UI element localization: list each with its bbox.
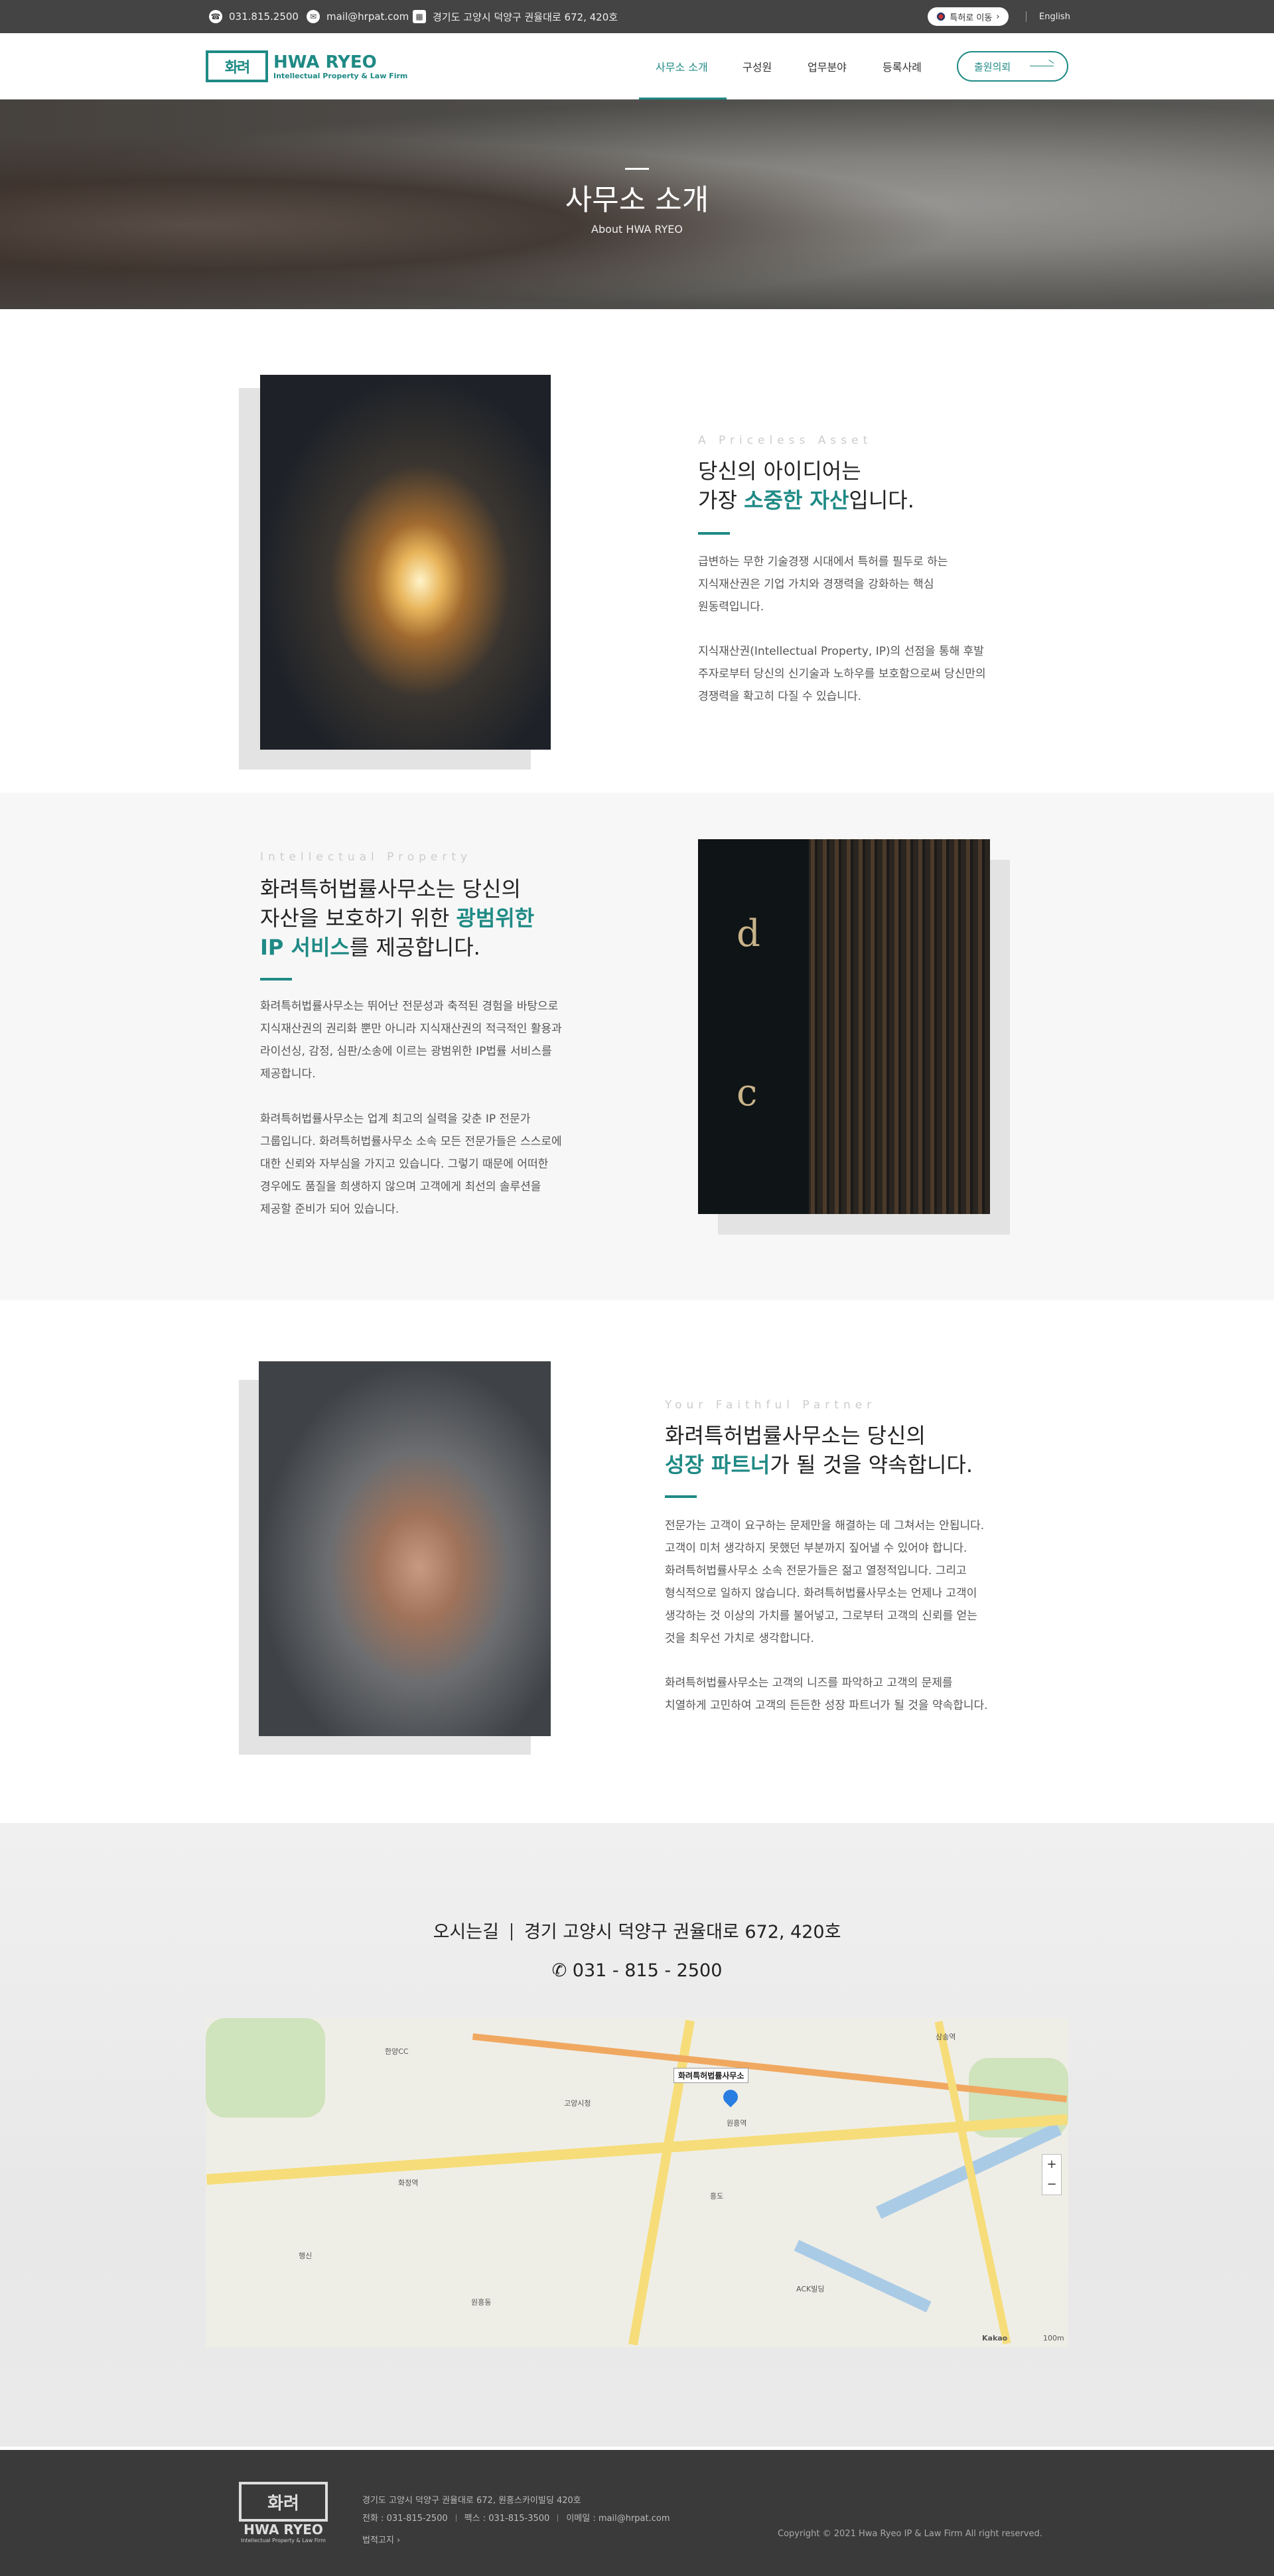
footer-logo-mark: 화려 bbox=[239, 2482, 328, 2522]
section2-eyebrow: Intellectual Property bbox=[260, 850, 472, 864]
consult-button-label: 출원의뢰 bbox=[974, 60, 1011, 73]
section1-paragraph-1: 급변하는 무한 기술경쟁 시대에서 특허를 필두로 하는 지식재산권은 기업 가… bbox=[698, 555, 948, 614]
handshake-photo bbox=[259, 1361, 551, 1736]
footer-logo[interactable]: 화려 HWA RYEO Intellectual Property & Law … bbox=[239, 2482, 328, 2543]
section1-eyebrow: A Priceless Asset bbox=[698, 434, 873, 447]
bookshelf-photo: d c bbox=[698, 839, 990, 1214]
lightbulb-photo bbox=[260, 375, 551, 750]
section2-heading-line2: 자산을 보호하기 위한 광범위한 bbox=[260, 906, 535, 931]
section2-heading-line1: 화려특허법률사무소는 당신의 bbox=[260, 876, 521, 902]
nav-about[interactable]: 사무소 소개 bbox=[656, 33, 708, 100]
section1-heading-line2: 가장 소중한 자산입니다. bbox=[698, 488, 914, 513]
location-address: 경기 고양시 덕양구 권율대로 672, 420호 bbox=[524, 1922, 841, 1942]
map-pin-label: 화려특허법률사무소 bbox=[673, 2068, 749, 2083]
topbar-email-text: mail@hrpat.com bbox=[326, 11, 409, 23]
map-zoom-control[interactable]: + − bbox=[1042, 2154, 1062, 2195]
hero-dash bbox=[625, 168, 649, 170]
location-phone-text: 031 - 815 - 2500 bbox=[572, 1960, 723, 1981]
nav-members[interactable]: 구성원 bbox=[743, 33, 772, 100]
section2-heading: 화려특허법률사무소는 당신의 자산을 보호하기 위한 광범위한 IP 서비스를 … bbox=[260, 874, 534, 962]
topbar-address: ▦ 경기도 고양시 덕양구 권율대로 672, 420호 bbox=[413, 0, 618, 33]
zoom-out-icon[interactable]: − bbox=[1042, 2175, 1061, 2195]
section2-background bbox=[0, 793, 1274, 1300]
footer-logo-title: HWA RYEO bbox=[244, 2522, 323, 2538]
section3-eyebrow: Your Faithful Partner bbox=[665, 1398, 877, 1412]
language-link[interactable]: English bbox=[1039, 0, 1070, 33]
nav-cases[interactable]: 등록사례 bbox=[883, 33, 922, 100]
page-title: 사무소 소개 bbox=[565, 183, 709, 217]
location-phone[interactable]: ✆ 031 - 815 - 2500 bbox=[0, 1960, 1274, 1981]
section1-heading: 당신의 아이디어는 가장 소중한 자산입니다. bbox=[698, 456, 914, 515]
topbar-phone-text: 031.815.2500 bbox=[229, 11, 299, 23]
section1-paragraph-2: 지식재산권(Intellectual Property, IP)의 선점을 통해… bbox=[698, 645, 986, 703]
chevron-right-icon: › bbox=[996, 11, 1000, 22]
book-letter-d: d bbox=[737, 912, 760, 955]
zoom-in-icon[interactable]: + bbox=[1042, 2155, 1061, 2175]
logo-subtitle: Intellectual Property & Law Firm bbox=[273, 71, 408, 80]
footer-privacy-link[interactable]: 법적고지 › bbox=[362, 2533, 400, 2545]
section2-paragraph-1: 화려특허법률사무소는 뛰어난 전문성과 축적된 경험을 바탕으로 지식재산권의 … bbox=[260, 1000, 562, 1081]
footer-contacts: 전화 : 031-815-2500 팩스 : 031-815-3500 이메일 : … bbox=[362, 2514, 670, 2524]
nav-practice[interactable]: 업무분야 bbox=[808, 33, 847, 100]
chevron-right-icon: › bbox=[396, 2536, 401, 2545]
building-icon: ▦ bbox=[413, 10, 426, 23]
section3-paragraph-2: 화려특허법률사무소는 고객의 니즈를 파악하고 고객의 문제를 치열하게 고민하… bbox=[665, 1676, 988, 1712]
book-letter-c: c bbox=[737, 1071, 758, 1115]
topbar-email[interactable]: ✉ mail@hrpat.com bbox=[307, 0, 409, 33]
section2-accent-bar bbox=[260, 978, 292, 981]
section2-heading-line3: IP 서비스를 제공합니다. bbox=[260, 935, 480, 960]
patent-link-label: 특허로 이동 bbox=[950, 13, 993, 23]
location-map[interactable]: 한양CC 원흥역 삼송역 화정역 고양시청 흥도 행신 ACK빌딩 원흥동 화려… bbox=[206, 2018, 1068, 2347]
section3-paragraph-1: 전문가는 고객이 요구하는 문제만을 해결하는 데 그쳐서는 안됩니다. 고객이… bbox=[665, 1519, 985, 1645]
flag-icon bbox=[936, 12, 946, 21]
site-header: 화려 HWA RYEO Intellectual Property & Law … bbox=[0, 33, 1274, 100]
location-label: 오시는길 bbox=[433, 1922, 499, 1942]
topbar-address-text: 경기도 고양시 덕양구 권율대로 672, 420호 bbox=[433, 11, 618, 23]
topbar-phone[interactable]: ☎ 031.815.2500 bbox=[209, 0, 299, 33]
section1-heading-line1: 당신의 아이디어는 bbox=[698, 458, 861, 484]
section2-paragraph-2: 화려특허법률사무소는 업계 최고의 실력을 갖춘 IP 전문가 그룹입니다. 화… bbox=[260, 1113, 562, 1216]
map-pin-icon[interactable] bbox=[720, 2086, 741, 2108]
top-bar: ☎ 031.815.2500 ✉ mail@hrpat.com ▦ 경기도 고양… bbox=[0, 0, 1274, 33]
map-brand: Kakao bbox=[982, 2334, 1008, 2342]
logo[interactable]: 화려 HWA RYEO Intellectual Property & Law … bbox=[206, 50, 407, 82]
patent-link-button[interactable]: 특허로 이동 › bbox=[928, 7, 1009, 26]
copyright: Copyright © 2021 Hwa Ryeo IP & Law Firm … bbox=[778, 2529, 1042, 2539]
footer-logo-subtitle: Intellectual Property & Law Firm bbox=[241, 2538, 326, 2543]
location-address-line: 오시는길 경기 고양시 덕양구 권율대로 672, 420호 bbox=[0, 1917, 1274, 1943]
section1-accent-bar bbox=[698, 532, 730, 535]
section3-heading-line2: 성장 파트너가 될 것을 약속합니다. bbox=[665, 1452, 973, 1477]
map-scale: 100m bbox=[1043, 2334, 1064, 2342]
mail-icon: ✉ bbox=[307, 10, 320, 23]
site-footer: 화려 HWA RYEO Intellectual Property & Law … bbox=[0, 2450, 1274, 2576]
footer-address: 경기도 고양시 덕양구 권율대로 672, 원흥스카이빌딩 420호 bbox=[362, 2496, 581, 2506]
section3-accent-bar bbox=[665, 1495, 697, 1498]
phone-solid-icon: ✆ bbox=[551, 1960, 567, 1981]
section3-heading: 화려특허법률사무소는 당신의 성장 파트너가 될 것을 약속합니다. bbox=[665, 1421, 973, 1479]
logo-title: HWA RYEO bbox=[273, 52, 377, 72]
section3-heading-line1: 화려특허법률사무소는 당신의 bbox=[665, 1423, 926, 1448]
logo-mark: 화려 bbox=[206, 50, 268, 82]
page-subtitle: About HWA RYEO bbox=[591, 223, 683, 236]
phone-icon: ☎ bbox=[209, 10, 222, 23]
consult-button[interactable]: 출원의뢰 bbox=[957, 51, 1068, 82]
